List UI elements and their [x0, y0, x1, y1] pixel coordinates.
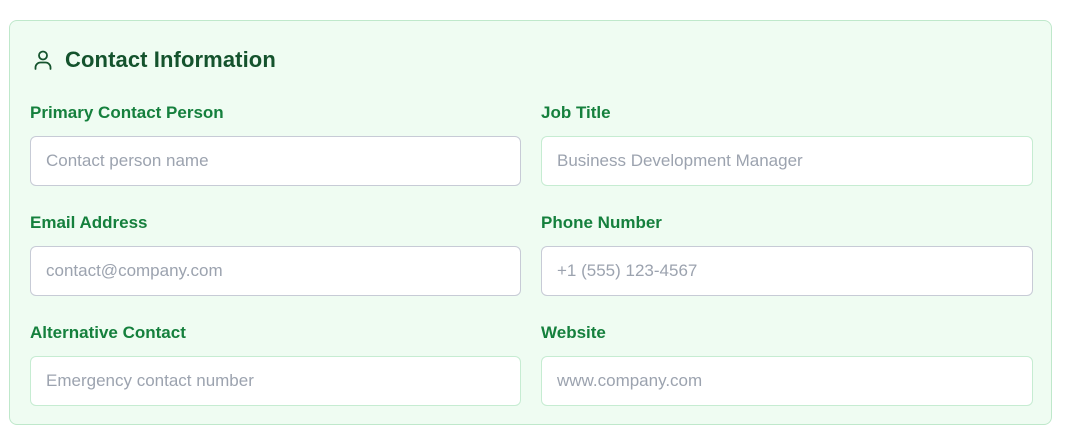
phone-label: Phone Number [541, 213, 662, 232]
phone-field: Phone Number [541, 211, 1033, 321]
primary-contact-field: Primary Contact Person [30, 101, 521, 211]
primary-contact-label: Primary Contact Person [30, 103, 224, 122]
contact-information-card: Contact Information Primary Contact Pers… [9, 20, 1052, 425]
job-title-input[interactable] [541, 136, 1033, 186]
website-field: Website [541, 321, 1033, 431]
email-label: Email Address [30, 213, 148, 232]
section-title: Contact Information [65, 47, 276, 72]
phone-input[interactable] [541, 246, 1033, 296]
alternative-contact-input[interactable] [30, 356, 521, 406]
primary-contact-input[interactable] [30, 136, 521, 186]
contact-form-grid: Primary Contact Person Job Title Email A… [30, 101, 1033, 431]
email-field: Email Address [30, 211, 521, 321]
job-title-label: Job Title [541, 103, 611, 122]
alternative-contact-field: Alternative Contact [30, 321, 521, 431]
card-header: Contact Information [31, 46, 276, 74]
website-label: Website [541, 323, 606, 342]
job-title-field: Job Title [541, 101, 1033, 211]
website-input[interactable] [541, 356, 1033, 406]
email-input[interactable] [30, 246, 521, 296]
user-icon [31, 48, 55, 72]
alternative-contact-label: Alternative Contact [30, 323, 186, 342]
